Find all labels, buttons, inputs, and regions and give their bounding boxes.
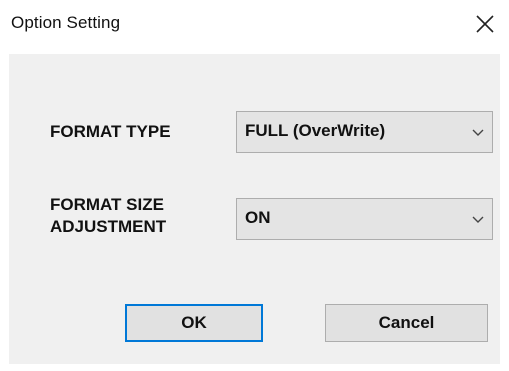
title-bar: Option Setting	[0, 0, 509, 48]
option-setting-dialog: Option Setting FORMAT TYPE FULL (OverWri…	[0, 0, 509, 371]
format-type-label: FORMAT TYPE	[50, 122, 171, 141]
ok-button[interactable]: OK	[125, 304, 263, 342]
chevron-down-icon	[472, 216, 484, 223]
format-size-adjustment-value: ON	[245, 208, 271, 227]
dialog-body: FORMAT TYPE FULL (OverWrite) FORMAT SIZE…	[9, 54, 500, 364]
dialog-title: Option Setting	[11, 13, 121, 32]
format-size-adjustment-select[interactable]: ON	[236, 198, 493, 240]
format-type-value: FULL (OverWrite)	[245, 121, 386, 140]
cancel-button[interactable]: Cancel	[325, 304, 488, 342]
chevron-down-icon	[472, 129, 484, 136]
close-icon	[476, 15, 494, 33]
format-type-select[interactable]: FULL (OverWrite)	[236, 111, 493, 153]
format-size-adjustment-label: FORMAT SIZE ADJUSTMENT	[50, 194, 220, 238]
close-button[interactable]	[461, 0, 509, 48]
format-size-label-line1: FORMAT SIZE	[50, 195, 164, 214]
format-size-label-line2: ADJUSTMENT	[50, 217, 167, 236]
